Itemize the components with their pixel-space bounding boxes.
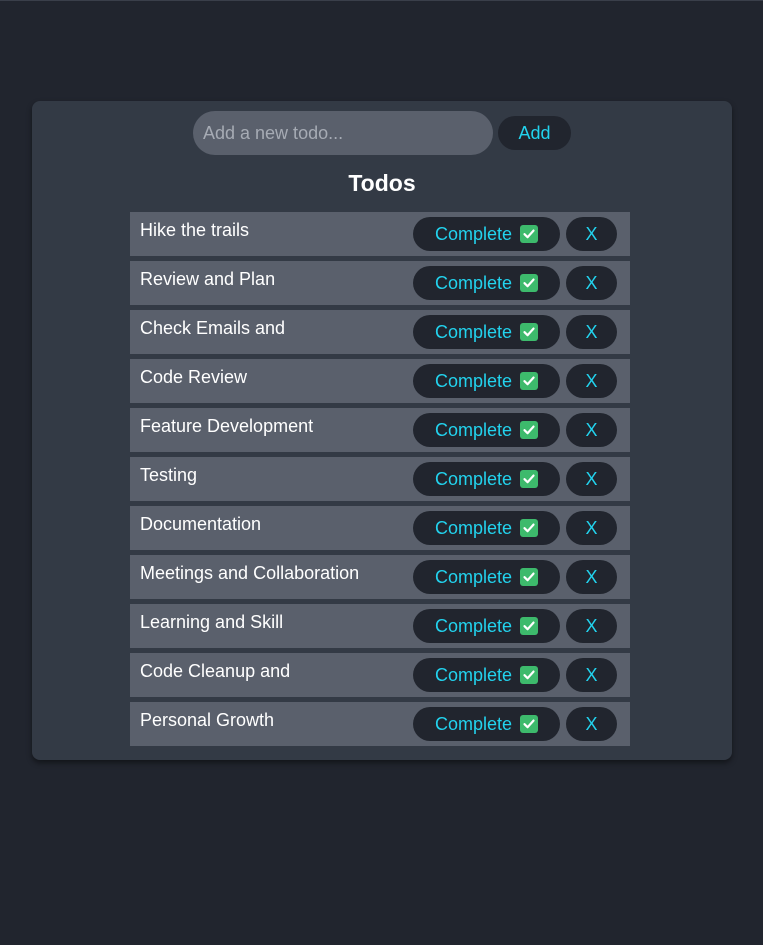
delete-button[interactable]: X: [566, 511, 617, 545]
complete-button[interactable]: Complete: [413, 266, 560, 300]
todo-item: Hike the trails Complete X: [130, 212, 630, 256]
check-mark-icon: [520, 519, 539, 537]
todo-text: Review and Plan: [140, 269, 276, 289]
complete-label: Complete: [434, 223, 513, 244]
check-mark-icon: [520, 715, 539, 733]
complete-label: Complete: [434, 517, 513, 538]
todo-text: Check Emails and: [140, 318, 286, 338]
complete-button[interactable]: Complete: [413, 462, 560, 496]
complete-label: Complete: [434, 419, 513, 440]
check-mark-icon: [520, 568, 539, 586]
delete-button[interactable]: X: [566, 266, 617, 300]
check-mark-icon: [520, 421, 539, 439]
todo-list: Hike the trails Complete X Review and Plan C…: [130, 212, 630, 751]
page-title: Todos: [348, 170, 416, 196]
check-mark-icon: [520, 470, 539, 488]
todo-text: Code Review: [140, 367, 248, 387]
top-border: [0, 0, 763, 1]
todo-item: Documentation Complete X: [130, 506, 630, 550]
complete-button[interactable]: Complete: [413, 217, 560, 251]
complete-label: Complete: [434, 713, 513, 734]
check-mark-icon: [520, 274, 539, 292]
todo-text: Documentation: [140, 514, 262, 534]
todo-text: Learning and Skill: [140, 612, 284, 632]
complete-label: Complete: [434, 272, 513, 293]
todo-item: Meetings and Collaboration Complete X: [130, 555, 630, 599]
complete-label: Complete: [434, 566, 513, 587]
delete-button[interactable]: X: [566, 413, 617, 447]
todo-item: Personal Growth Complete X: [130, 702, 630, 746]
delete-button[interactable]: X: [566, 560, 617, 594]
todo-card: Add Todos Hike the trailsCompleteXReview…: [32, 101, 732, 760]
delete-button[interactable]: X: [566, 315, 617, 349]
todo-item: Review and Plan Complete X: [130, 261, 630, 305]
todo-item: Code Review Complete X: [130, 359, 630, 403]
todo-item: Code Cleanup and Complete X: [130, 653, 630, 697]
complete-button[interactable]: Complete: [413, 707, 560, 741]
check-mark-icon: [520, 617, 539, 635]
check-mark-icon: [520, 323, 539, 341]
todo-item: Testing Complete X: [130, 457, 630, 501]
delete-button[interactable]: X: [566, 658, 617, 692]
complete-button[interactable]: Complete: [413, 609, 560, 643]
new-todo-input[interactable]: [193, 111, 493, 155]
todo-text: Personal Growth: [140, 710, 275, 730]
check-mark-icon: [520, 372, 539, 390]
complete-button[interactable]: Complete: [413, 658, 560, 692]
complete-label: Complete: [434, 468, 513, 489]
todo-item: Check Emails and Complete X: [130, 310, 630, 354]
delete-button[interactable]: X: [566, 707, 617, 741]
delete-button[interactable]: X: [566, 609, 617, 643]
todo-item: Feature Development Complete X: [130, 408, 630, 452]
add-button[interactable]: Add: [498, 116, 571, 150]
complete-label: Complete: [434, 370, 513, 391]
complete-button[interactable]: Complete: [413, 315, 560, 349]
todo-item: Learning and Skill Complete X: [130, 604, 630, 648]
check-mark-icon: [520, 666, 539, 684]
complete-button[interactable]: Complete: [413, 511, 560, 545]
complete-label: Complete: [434, 321, 513, 342]
check-mark-icon: [520, 225, 539, 243]
complete-button[interactable]: Complete: [413, 364, 560, 398]
complete-button[interactable]: Complete: [413, 413, 560, 447]
delete-button[interactable]: X: [566, 217, 617, 251]
complete-button[interactable]: Complete: [413, 560, 560, 594]
delete-button[interactable]: X: [566, 462, 617, 496]
todo-text: Feature Development: [140, 416, 314, 436]
complete-label: Complete: [434, 615, 513, 636]
delete-button[interactable]: X: [566, 364, 617, 398]
todo-text: Hike the trails: [140, 220, 250, 240]
add-todo-form: Add: [32, 111, 732, 155]
todo-text: Testing: [140, 465, 198, 485]
complete-label: Complete: [434, 664, 513, 685]
todo-text: Code Cleanup and: [140, 661, 291, 681]
todo-text: Meetings and Collaboration: [140, 563, 360, 583]
